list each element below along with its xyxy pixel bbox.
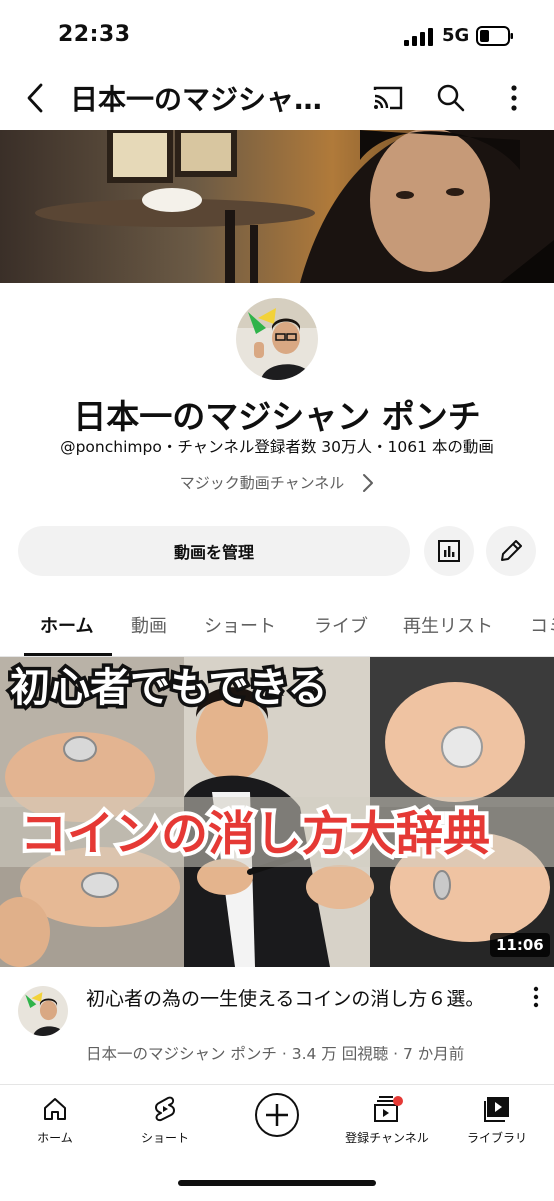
video-title[interactable]: 初心者の為の一生使えるコインの消し方６選。 bbox=[86, 986, 496, 1012]
nav-label: ホーム bbox=[37, 1131, 73, 1145]
tab-community[interactable]: コミ bbox=[530, 612, 554, 638]
battery-icon bbox=[476, 26, 513, 46]
tab-videos[interactable]: 動画 bbox=[131, 612, 167, 638]
video-count: 1061 本の動画 bbox=[387, 438, 494, 456]
status-time: 22:33 bbox=[58, 22, 131, 47]
nav-create[interactable] bbox=[222, 1091, 332, 1139]
edit-channel-button[interactable] bbox=[486, 526, 536, 576]
create-icon bbox=[255, 1093, 299, 1137]
tab-home[interactable]: ホーム bbox=[40, 612, 93, 638]
meta-separator: ・ bbox=[161, 438, 178, 456]
cast-icon bbox=[373, 86, 403, 110]
library-icon bbox=[484, 1097, 509, 1122]
search-button[interactable] bbox=[433, 80, 469, 116]
more-options-button[interactable] bbox=[496, 80, 532, 116]
channel-description: マジック動画チャンネル bbox=[179, 474, 345, 492]
video-meta: 日本一のマジシャン ポンチ · 3.4 万 回視聴 · 7 か月前 bbox=[86, 1045, 465, 1063]
search-icon bbox=[437, 84, 465, 112]
nav-home[interactable]: ホーム bbox=[0, 1095, 110, 1146]
channel-avatar[interactable] bbox=[236, 298, 318, 380]
more-vert-icon bbox=[511, 85, 517, 111]
header-title: 日本一のマジシャ… bbox=[70, 83, 323, 116]
video-more-button[interactable] bbox=[524, 986, 548, 1016]
chevron-right-icon bbox=[363, 473, 374, 492]
video-duration-badge: 11:06 bbox=[490, 933, 550, 957]
analytics-icon bbox=[438, 540, 460, 562]
nav-subscriptions[interactable]: 登録チャンネル bbox=[332, 1095, 442, 1146]
video-thumbnail[interactable]: 初心者でもできる コインの消し方大辞典 bbox=[0, 657, 554, 967]
nav-library[interactable]: ライブラリ bbox=[442, 1095, 552, 1146]
back-button[interactable] bbox=[20, 80, 50, 116]
nav-label: ライブラリ bbox=[466, 1131, 527, 1145]
nav-label: 登録チャンネル bbox=[345, 1131, 429, 1145]
home-indicator bbox=[178, 1180, 376, 1186]
manage-videos-button[interactable]: 動画を管理 bbox=[18, 526, 410, 576]
thumbnail-text-main: コインの消し方大辞典 bbox=[20, 807, 490, 862]
nav-label: ショート bbox=[140, 1131, 189, 1145]
channel-description-row[interactable]: マジック動画チャンネル bbox=[0, 472, 554, 493]
back-arrow-icon bbox=[27, 83, 43, 113]
channel-banner bbox=[0, 130, 554, 283]
pencil-icon bbox=[501, 540, 522, 561]
channel-meta: @ponchimpo・チャンネル登録者数 30万人・1061 本の動画 bbox=[0, 435, 554, 457]
tab-playlists[interactable]: 再生リスト bbox=[403, 612, 493, 638]
channel-tabs: ホーム 動画 ショート ライブ 再生リスト コミ bbox=[0, 600, 554, 656]
channel-handle: @ponchimpo bbox=[60, 438, 162, 456]
subscriber-count: チャンネル登録者数 30万人 bbox=[177, 438, 373, 456]
thumbnail-text-top: 初心者でもできる bbox=[10, 665, 328, 711]
nav-shorts[interactable]: ショート bbox=[110, 1095, 220, 1146]
signal-icon bbox=[404, 28, 433, 46]
network-label: 5G bbox=[442, 25, 470, 46]
channel-name: 日本一のマジシャン ポンチ bbox=[73, 397, 481, 436]
video-channel-avatar[interactable] bbox=[18, 986, 68, 1036]
meta-separator: ・ bbox=[372, 438, 388, 456]
analytics-button[interactable] bbox=[424, 526, 474, 576]
tab-live[interactable]: ライブ bbox=[314, 612, 368, 638]
subscriptions-icon bbox=[374, 1096, 403, 1122]
home-icon bbox=[44, 1098, 66, 1120]
cast-button[interactable] bbox=[370, 80, 406, 116]
more-vert-icon bbox=[533, 986, 539, 1008]
shorts-icon bbox=[155, 1096, 175, 1122]
tab-shorts[interactable]: ショート bbox=[204, 612, 276, 638]
